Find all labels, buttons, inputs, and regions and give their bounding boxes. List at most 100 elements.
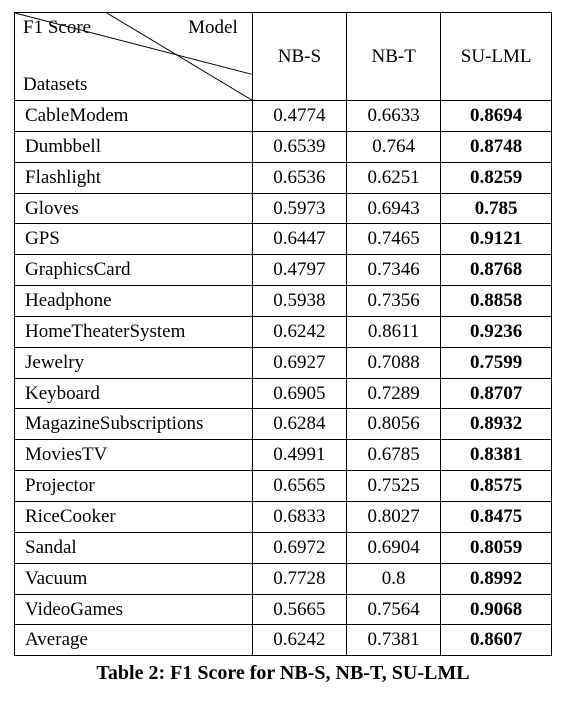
dataset-cell: MoviesTV [15, 440, 253, 471]
table-row: Flashlight0.65360.62510.8259 [15, 162, 552, 193]
page: F1 Score Model Datasets NB-S NB-T SU-LML… [0, 0, 566, 705]
value-cell: 0.5973 [252, 193, 346, 224]
dataset-cell: Vacuum [15, 563, 253, 594]
table-body: CableModem0.47740.66330.8694Dumbbell0.65… [15, 101, 552, 656]
value-cell: 0.7346 [347, 255, 441, 286]
value-cell: 0.6633 [347, 101, 441, 132]
value-cell: 0.4797 [252, 255, 346, 286]
value-cell: 0.6565 [252, 471, 346, 502]
value-cell: 0.8056 [347, 409, 441, 440]
table-row: Headphone0.59380.73560.8858 [15, 286, 552, 317]
value-cell: 0.5938 [252, 286, 346, 317]
table-row: Vacuum0.77280.80.8992 [15, 563, 552, 594]
value-cell: 0.6284 [252, 409, 346, 440]
value-cell: 0.8992 [441, 563, 552, 594]
corner-header: F1 Score Model Datasets [15, 13, 253, 101]
value-cell: 0.6904 [347, 532, 441, 563]
table-row: GPS0.64470.74650.9121 [15, 224, 552, 255]
value-cell: 0.6251 [347, 162, 441, 193]
table-row: Gloves0.59730.69430.785 [15, 193, 552, 224]
value-cell: 0.9068 [441, 594, 552, 625]
dataset-cell: MagazineSubscriptions [15, 409, 253, 440]
value-cell: 0.6539 [252, 131, 346, 162]
table-header-row: F1 Score Model Datasets NB-S NB-T SU-LML [15, 13, 552, 101]
value-cell: 0.5665 [252, 594, 346, 625]
value-cell: 0.6972 [252, 532, 346, 563]
value-cell: 0.8475 [441, 501, 552, 532]
value-cell: 0.7599 [441, 347, 552, 378]
value-cell: 0.7465 [347, 224, 441, 255]
table-row: Keyboard0.69050.72890.8707 [15, 378, 552, 409]
value-cell: 0.8707 [441, 378, 552, 409]
value-cell: 0.7728 [252, 563, 346, 594]
corner-row-axis-label: Datasets [23, 74, 87, 96]
value-cell: 0.4774 [252, 101, 346, 132]
dataset-cell: Headphone [15, 286, 253, 317]
dataset-cell: CableModem [15, 101, 253, 132]
value-cell: 0.8932 [441, 409, 552, 440]
table-row: MoviesTV0.49910.67850.8381 [15, 440, 552, 471]
value-cell: 0.8575 [441, 471, 552, 502]
value-cell: 0.8748 [441, 131, 552, 162]
table-row: Projector0.65650.75250.8575 [15, 471, 552, 502]
value-cell: 0.6447 [252, 224, 346, 255]
dataset-cell: Projector [15, 471, 253, 502]
value-cell: 0.7564 [347, 594, 441, 625]
value-cell: 0.8858 [441, 286, 552, 317]
value-cell: 0.6242 [252, 316, 346, 347]
table-row: Jewelry0.69270.70880.7599 [15, 347, 552, 378]
value-cell: 0.8259 [441, 162, 552, 193]
dataset-cell: Gloves [15, 193, 253, 224]
value-cell: 0.7356 [347, 286, 441, 317]
table-caption: Table 2: F1 Score for NB-S, NB-T, SU-LML [14, 662, 552, 685]
column-header: SU-LML [441, 13, 552, 101]
value-cell: 0.6943 [347, 193, 441, 224]
table-row: HomeTheaterSystem0.62420.86110.9236 [15, 316, 552, 347]
value-cell: 0.7289 [347, 378, 441, 409]
corner-column-axis-label: Model [188, 17, 238, 39]
table-row: GraphicsCard0.47970.73460.8768 [15, 255, 552, 286]
column-header: NB-T [347, 13, 441, 101]
value-cell: 0.9121 [441, 224, 552, 255]
table-row: Dumbbell0.65390.7640.8748 [15, 131, 552, 162]
table-row: Sandal0.69720.69040.8059 [15, 532, 552, 563]
value-cell: 0.6905 [252, 378, 346, 409]
value-cell: 0.8059 [441, 532, 552, 563]
value-cell: 0.785 [441, 193, 552, 224]
corner-metric-label: F1 Score [23, 17, 91, 39]
dataset-cell: HomeTheaterSystem [15, 316, 253, 347]
value-cell: 0.6242 [252, 625, 346, 656]
table-row: RiceCooker0.68330.80270.8475 [15, 501, 552, 532]
value-cell: 0.8027 [347, 501, 441, 532]
value-cell: 0.8694 [441, 101, 552, 132]
value-cell: 0.8 [347, 563, 441, 594]
dataset-cell: GPS [15, 224, 253, 255]
value-cell: 0.764 [347, 131, 441, 162]
value-cell: 0.9236 [441, 316, 552, 347]
value-cell: 0.6927 [252, 347, 346, 378]
dataset-cell: Sandal [15, 532, 253, 563]
value-cell: 0.7381 [347, 625, 441, 656]
table-row: Average0.62420.73810.8607 [15, 625, 552, 656]
dataset-cell: VideoGames [15, 594, 253, 625]
value-cell: 0.8381 [441, 440, 552, 471]
value-cell: 0.4991 [252, 440, 346, 471]
dataset-cell: Average [15, 625, 253, 656]
value-cell: 0.8607 [441, 625, 552, 656]
column-header: NB-S [252, 13, 346, 101]
value-cell: 0.6833 [252, 501, 346, 532]
table-row: MagazineSubscriptions0.62840.80560.8932 [15, 409, 552, 440]
table-row: CableModem0.47740.66330.8694 [15, 101, 552, 132]
value-cell: 0.6785 [347, 440, 441, 471]
f1-score-table: F1 Score Model Datasets NB-S NB-T SU-LML… [14, 12, 552, 656]
value-cell: 0.6536 [252, 162, 346, 193]
value-cell: 0.7525 [347, 471, 441, 502]
value-cell: 0.8611 [347, 316, 441, 347]
dataset-cell: GraphicsCard [15, 255, 253, 286]
dataset-cell: Flashlight [15, 162, 253, 193]
value-cell: 0.7088 [347, 347, 441, 378]
dataset-cell: Jewelry [15, 347, 253, 378]
value-cell: 0.8768 [441, 255, 552, 286]
table-row: VideoGames0.56650.75640.9068 [15, 594, 552, 625]
dataset-cell: Keyboard [15, 378, 253, 409]
